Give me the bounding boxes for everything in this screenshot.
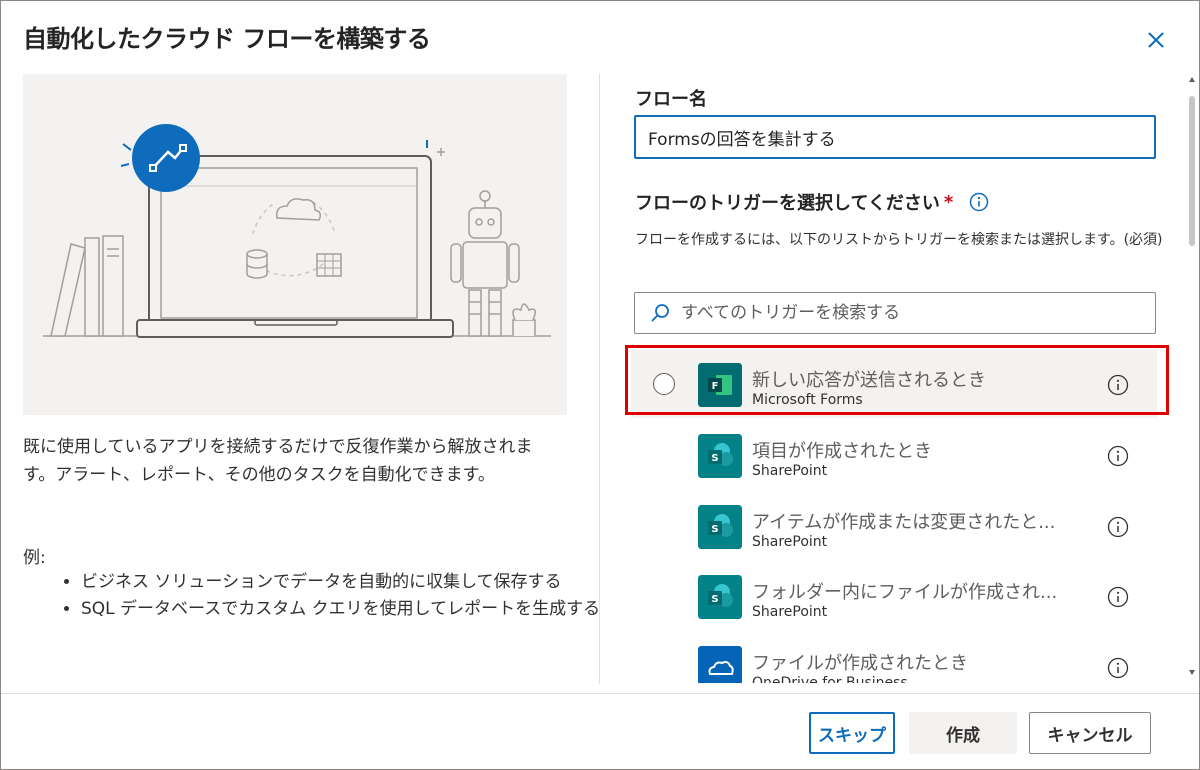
intro-description: 既に使用しているアプリを接続するだけで反復作業から解放されます。アラート、レポー… — [23, 437, 533, 485]
flow-name-input[interactable] — [634, 115, 1156, 159]
required-mark: * — [943, 191, 954, 213]
search-icon — [651, 304, 669, 322]
example-item: ビジネス ソリューションでデータを自動的に収集して保存する — [81, 569, 621, 596]
example-list: ビジネス ソリューションでデータを自動的に収集して保存する SQL データベース… — [23, 569, 621, 623]
trigger-description: フローを作成するには、以下のリストからトリガーを検索または選択します。(必須) — [635, 232, 1163, 248]
forms-icon: F — [698, 363, 742, 407]
trigger-item[interactable]: S アイテムが作成または変更されたと... SharePoint — [631, 492, 1157, 560]
info-icon[interactable] — [1107, 445, 1129, 467]
trigger-radio[interactable] — [653, 373, 675, 395]
trigger-title: 新しい応答が送信されるとき — [752, 370, 986, 391]
info-icon[interactable] — [1107, 516, 1129, 538]
trigger-title: アイテムが作成または変更されたと... — [752, 512, 1056, 533]
create-flow-dialog: 自動化したクラウド フローを構築する 既に使用しているアプリを接続するだけで反復… — [0, 0, 1200, 770]
trigger-title: 項目が作成されたとき — [752, 441, 932, 462]
trigger-source: OneDrive for Business — [752, 675, 908, 683]
example-item: SQL データベースでカスタム クエリを使用してレポートを生成する — [81, 596, 621, 623]
sharepoint-icon: S — [698, 505, 742, 549]
trigger-list: F 新しい応答が送信されるとき Microsoft Forms S 項目が作成さ… — [601, 345, 1186, 683]
trigger-label-row: フローのトリガーを選択してください * — [635, 189, 989, 215]
svg-text:S: S — [711, 594, 718, 605]
trigger-source: SharePoint — [752, 463, 828, 479]
sharepoint-icon: S — [698, 434, 742, 478]
info-icon[interactable] — [1107, 374, 1129, 396]
illustration — [23, 74, 567, 415]
trigger-label: フローのトリガーを選択してください — [635, 193, 940, 214]
info-icon[interactable] — [1107, 586, 1129, 608]
trigger-item[interactable]: S フォルダー内にファイルが作成され... SharePoint — [631, 562, 1157, 630]
scrollbar[interactable] — [1187, 74, 1197, 684]
trigger-item[interactable]: S 項目が作成されたとき SharePoint — [631, 421, 1157, 489]
skip-button[interactable]: スキップ — [809, 712, 895, 754]
svg-text:F: F — [712, 381, 719, 392]
example-label: 例: — [23, 548, 46, 568]
onedrive-icon — [698, 646, 742, 683]
svg-text:S: S — [711, 524, 718, 535]
cancel-button[interactable]: キャンセル — [1029, 712, 1151, 754]
trigger-search-input[interactable] — [679, 302, 1143, 324]
sharepoint-icon: S — [698, 575, 742, 619]
trigger-search[interactable] — [634, 292, 1156, 334]
dialog-title: 自動化したクラウド フローを構築する — [23, 25, 431, 53]
flow-name-label: フロー名 — [635, 89, 707, 110]
trigger-source: SharePoint — [752, 604, 828, 620]
create-button[interactable]: 作成 — [909, 712, 1017, 754]
trigger-item[interactable]: ファイルが作成されたとき OneDrive for Business — [631, 633, 1157, 683]
footer-divider — [1, 693, 1199, 694]
trigger-item[interactable]: F 新しい応答が送信されるとき Microsoft Forms — [631, 350, 1157, 418]
close-icon[interactable] — [1141, 25, 1171, 55]
trigger-source: Microsoft Forms — [752, 392, 863, 408]
info-icon[interactable] — [1107, 657, 1129, 679]
svg-text:S: S — [711, 453, 718, 464]
trigger-source: SharePoint — [752, 534, 828, 550]
trigger-title: ファイルが作成されたとき — [752, 653, 968, 674]
info-icon[interactable] — [969, 192, 989, 212]
laptop-illustration — [43, 124, 551, 338]
vertical-divider — [599, 74, 600, 684]
trigger-title: フォルダー内にファイルが作成され... — [752, 582, 1058, 603]
